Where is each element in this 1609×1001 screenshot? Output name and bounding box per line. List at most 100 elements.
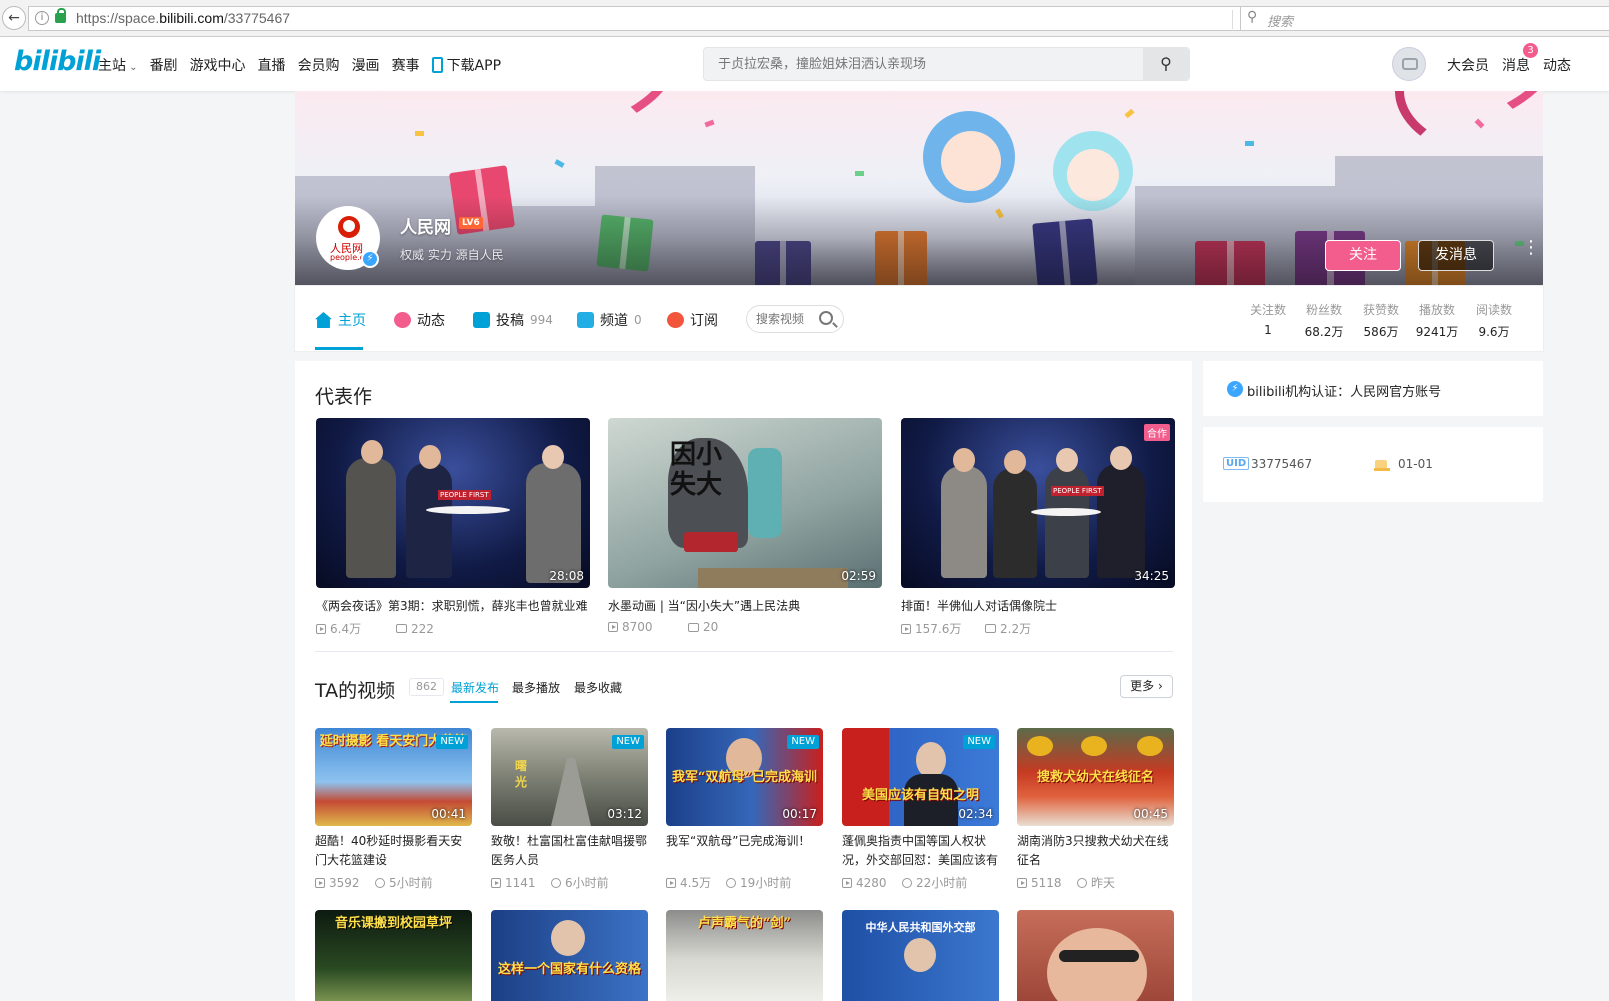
more-videos-button[interactable]: 更多 › [1120,675,1173,698]
play-count-icon [901,623,911,634]
nav-item-manga[interactable]: 漫画 [352,55,380,75]
video-thumbnail[interactable]: 曙光 NEW 03:12 [491,728,648,826]
birthday-value: 01-01 [1398,457,1433,471]
space-video-search [746,305,844,333]
video-thumbnail[interactable]: 搜救犬幼犬在线征名 00:45 [1017,728,1174,826]
play-count-icon [316,623,326,634]
video-thumbnail[interactable] [1017,910,1174,1001]
video-thumbnail[interactable]: PEOPLE FIRST 合作 34:25 [901,418,1175,588]
stat-likes: 获赞数 586万 [1362,303,1399,339]
tab-home[interactable]: 主页 [315,310,366,330]
top-search-input[interactable] [704,48,1144,80]
back-button[interactable]: ← [2,6,26,30]
video-thumbnail[interactable]: PEOPLE FIRST 28:08 [316,418,590,588]
stat-fans[interactable]: 粉丝数 68.2万 [1299,301,1349,340]
url-text: https://space.bilibili.com/33775467 [76,10,291,26]
video-card[interactable]: 我军“双航母”已完成海训 NEW 00:17 我军“双航母”已完成海训！ 4.5… [666,728,823,891]
video-thumbnail[interactable]: 美国应该有自知之明 NEW 02:34 [842,728,999,826]
profile-name: 人民网 [400,218,451,238]
video-thumbnail[interactable]: 因小失大 02:59 [608,418,882,588]
sort-most-favorited[interactable]: 最多收藏 [574,679,622,696]
danmaku-icon [985,624,996,633]
video-card[interactable]: 音乐课搬到校园草坪 [315,910,472,1001]
nav-item-esports[interactable]: 赛事 [392,55,420,75]
video-thumbnail[interactable]: 这样一个国家有什么资格 [491,910,648,1001]
verification-text: bilibili机构认证：人民网官方账号 [1247,385,1442,400]
verification-card: ⚡ bilibili机构认证：人民网官方账号 [1203,361,1543,416]
video-card[interactable]: 延时摄影 看天安门大花篮 NEW 00:41 超酷！40秒延时摄影看天安门大花篮… [315,728,472,891]
masterpiece-card[interactable]: PEOPLE FIRST 合作 34:25 排面！半佛仙人对话偶像院士 157.… [901,418,1175,637]
user-info-card: UID 33775467 01-01 [1203,427,1543,502]
play-count-icon [608,622,618,632]
video-title[interactable]: 《两会夜话》第3期：求职别慌，薛兆丰也曾就业难 [316,597,590,614]
main-nav: 主站 ⌄ 番剧 游戏中心 直播 会员购 漫画 赛事 下载APP [98,55,513,75]
top-search-box: ⚲ [703,47,1190,81]
browser-search-field[interactable]: ⚲ 搜索 [1240,6,1609,31]
uid-value: 33775467 [1251,457,1313,471]
info-icon[interactable]: i [35,11,49,25]
nav-item-shop[interactable]: 会员购 [298,55,340,75]
messages-link[interactable]: 消息 [1502,55,1530,75]
space-search-input[interactable] [756,311,820,327]
video-thumbnail[interactable]: 我军“双航母”已完成海训 NEW 00:17 [666,728,823,826]
tab-uploads[interactable]: 投稿 994 [473,310,553,330]
masterpiece-card[interactable]: 因小失大 02:59 水墨动画 | 当“因小失大”遇上民法典 8700 20 [608,418,882,634]
more-options-icon[interactable]: ⋮ [1522,239,1540,266]
channel-icon [577,312,594,328]
message-count-badge: 3 [1523,43,1538,58]
address-bar[interactable]: i https://space.bilibili.com/33775467 ↻ [28,6,1260,31]
tab-dynamic[interactable]: 动态 [394,310,445,330]
videos-title: TA的视频 [315,680,396,702]
video-card[interactable]: 卢声霸气的“剑” [666,910,823,1001]
video-card[interactable]: 曙光 NEW 03:12 致敬！杜富国杜富佳献唱援鄂医务人员 1141 6小时前 [491,728,648,891]
people-logo-icon [338,216,360,238]
danmaku-icon [688,622,699,632]
user-avatar[interactable] [1392,47,1426,81]
video-title: 湖南消防3只搜救犬幼犬在线征名 [1017,834,1169,867]
search-button[interactable]: ⚲ [1143,48,1189,80]
sort-latest[interactable]: 最新发布 [451,679,499,696]
tv-icon [1402,58,1418,70]
video-thumbnail[interactable]: 卢声霸气的“剑” [666,910,823,1001]
nav-item-main[interactable]: 主站 ⌄ [98,55,138,75]
bilibili-logo[interactable]: bilibili [14,46,101,77]
site-header: bilibili 主站 ⌄ 番剧 游戏中心 直播 会员购 漫画 赛事 下载APP… [0,37,1609,91]
tab-channels[interactable]: 频道 0 [577,310,642,330]
video-thumbnail[interactable]: 延时摄影 看天安门大花篮 NEW 00:41 [315,728,472,826]
send-message-button[interactable]: 发消息 [1418,240,1494,271]
masterpiece-card[interactable]: PEOPLE FIRST 28:08 《两会夜话》第3期：求职别慌，薛兆丰也曾就… [316,418,590,637]
video-title: 我军“双航母”已完成海训！ [666,834,811,848]
sort-most-played[interactable]: 最多播放 [512,679,560,696]
video-card[interactable]: 搜救犬幼犬在线征名 00:45 湖南消防3只搜救犬幼犬在线征名 5118 昨天 [1017,728,1174,891]
search-icon[interactable] [819,311,833,325]
nav-item-live[interactable]: 直播 [258,55,286,75]
heart-icon [667,312,684,328]
video-title[interactable]: 排面！半佛仙人对话偶像院士 [901,597,1175,614]
follow-button[interactable]: 关注 [1325,240,1401,271]
video-thumbnail[interactable]: 中华人民共和国外交部 [842,910,999,1001]
space-nav-bar: 主页 动态 投稿994 频道0 订阅 关注数1 粉丝数68.2万 获赞数586万… [295,286,1543,351]
browser-toolbar: ← i https://space.bilibili.com/33775467 … [0,0,1609,37]
nav-item-download-app[interactable]: 下载APP [431,55,501,75]
nav-item-game-center[interactable]: 游戏中心 [190,55,246,75]
video-title[interactable]: 水墨动画 | 当“因小失大”遇上民法典 [608,597,882,614]
video-icon [473,312,490,328]
dynamic-icon [394,312,411,328]
stat-following[interactable]: 关注数 1 [1243,301,1293,337]
video-count-badge: 862 [409,678,444,696]
dynamics-link[interactable]: 动态 [1543,55,1571,75]
level-badge: LV6 [459,217,483,229]
danmaku-icon [396,624,407,633]
video-card[interactable]: 这样一个国家有什么资格 [491,910,648,1001]
stat-plays: 播放数 9241万 [1415,303,1459,339]
video-card[interactable]: 中华人民共和国外交部 [842,910,999,1001]
nav-item-anime[interactable]: 番剧 [150,55,178,75]
video-title: 致敬！杜富国杜富佳献唱援鄂医务人员 [491,834,648,867]
video-card[interactable]: 美国应该有自知之明 NEW 02:34 蓬佩奥指责中国等国人权状况，外交部回怼：… [842,728,999,891]
video-thumbnail[interactable]: 音乐课搬到校园草坪 [315,910,472,1001]
home-icon [315,312,332,328]
vip-link[interactable]: 大会员 [1447,55,1489,75]
tab-subscriptions[interactable]: 订阅 [667,310,718,330]
video-card[interactable] [1017,910,1174,1001]
collab-badge: 合作 [1144,424,1170,441]
